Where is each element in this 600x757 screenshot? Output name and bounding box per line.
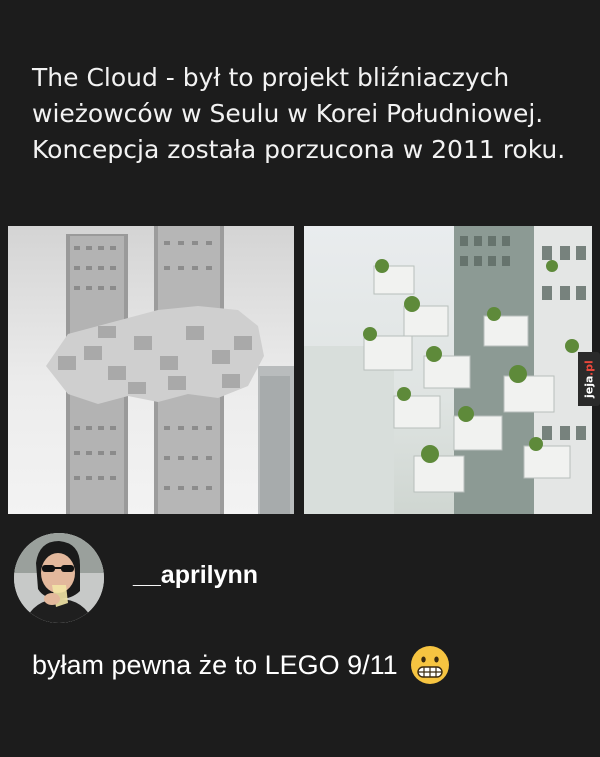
comment-username[interactable]: __aprilynn xyxy=(133,561,258,590)
comment-text: byłam pewna że to LEGO 9/11 xyxy=(32,649,398,680)
comment-body: byłam pewna że to LEGO 9/11 xyxy=(32,645,450,685)
photo-towers[interactable] xyxy=(8,226,294,514)
jeja-watermark: jeja .pl xyxy=(578,352,600,406)
post-caption: The Cloud - był to projekt bliźniaczych … xyxy=(32,63,566,164)
grimacing-face-icon xyxy=(410,645,450,685)
avatar[interactable] xyxy=(14,533,104,623)
photo-balconies[interactable] xyxy=(304,226,592,514)
